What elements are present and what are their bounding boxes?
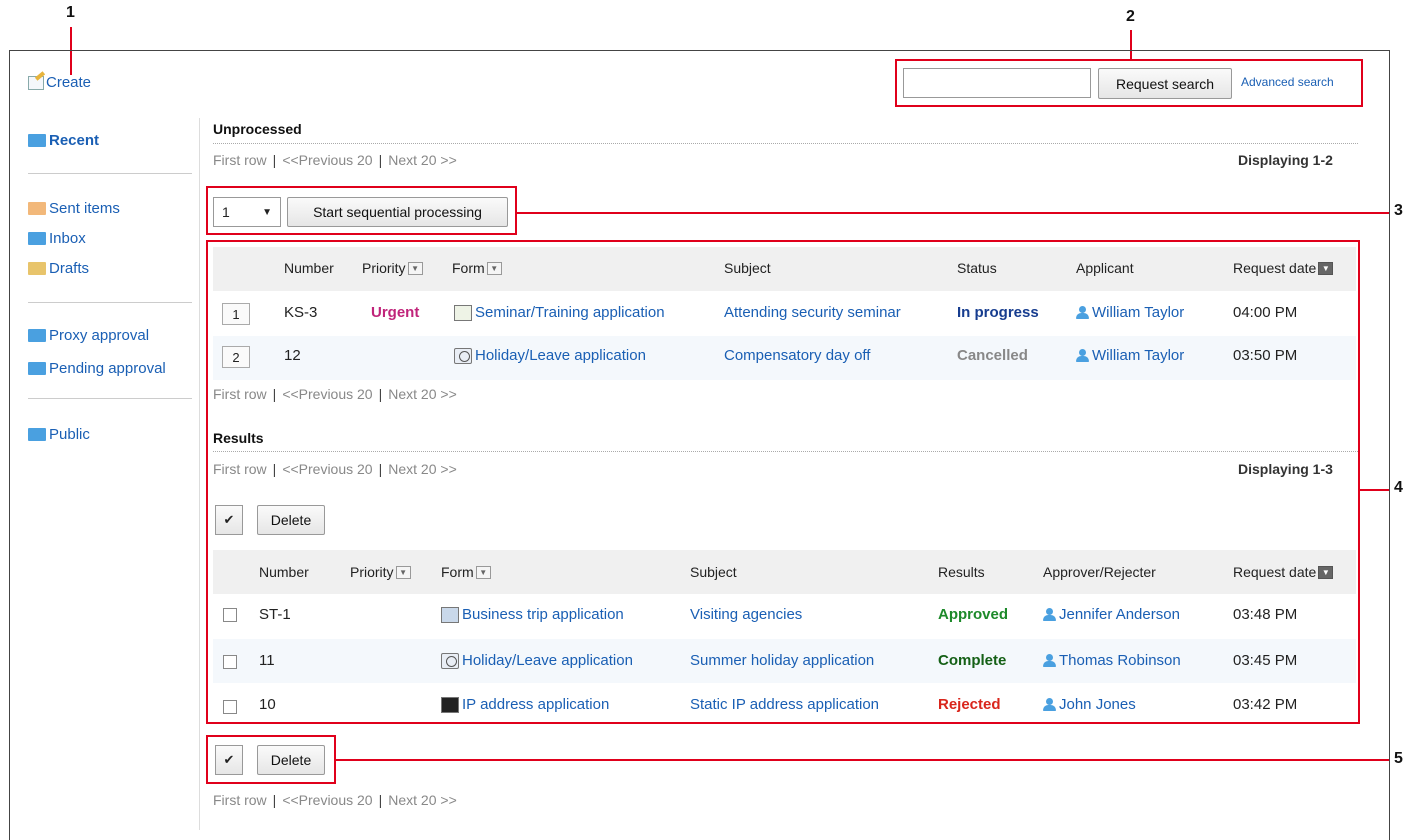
pager-separator: | — [272, 152, 277, 168]
sidebar-item-label: Public — [49, 426, 90, 443]
folder-icon — [28, 262, 46, 275]
pager-separator: | — [378, 792, 383, 808]
sidebar-item-label: Sent items — [49, 200, 120, 217]
pager-next[interactable]: Next 20 >> — [388, 792, 457, 808]
callout-4: 4 — [1394, 479, 1403, 496]
sidebar-item-inbox[interactable]: Inbox — [28, 230, 86, 247]
sequential-highlight — [206, 186, 517, 235]
sidebar-item-proxy-approval[interactable]: Proxy approval — [28, 327, 149, 344]
callout-1: 1 — [66, 4, 75, 21]
pager-next[interactable]: Next 20 >> — [388, 152, 457, 168]
pager-first[interactable]: First row — [213, 152, 267, 168]
delete-highlight — [206, 735, 336, 784]
pager-first[interactable]: First row — [213, 792, 267, 808]
sidebar-item-pending-approval[interactable]: Pending approval — [28, 360, 166, 377]
sidebar-item-drafts[interactable]: Drafts — [28, 260, 89, 277]
sidebar-divider — [28, 173, 192, 174]
folder-icon — [28, 428, 46, 441]
sidebar-item-recent[interactable]: Recent — [28, 132, 99, 149]
pager-separator: | — [272, 792, 277, 808]
folder-icon — [28, 232, 46, 245]
callout-5: 5 — [1394, 750, 1403, 767]
folder-icon — [28, 134, 46, 147]
folder-icon — [28, 202, 46, 215]
sidebar-item-label: Proxy approval — [49, 327, 150, 344]
callout-2: 2 — [1126, 8, 1135, 25]
sidebar-item-sent[interactable]: Sent items — [28, 200, 120, 217]
sidebar-item-label: Inbox — [49, 230, 86, 247]
search-highlight — [895, 59, 1363, 107]
pager-bottom: First row | <<Previous 20 | Next 20 >> — [213, 792, 457, 808]
table-highlight — [206, 240, 1360, 724]
create-label: Create — [46, 74, 92, 91]
sidebar-divider — [28, 302, 192, 303]
callout-3: 3 — [1394, 202, 1403, 219]
sidebar-border — [199, 118, 200, 830]
create-icon — [28, 75, 44, 90]
sidebar-divider — [28, 398, 192, 399]
folder-icon — [28, 329, 46, 342]
pager-separator: | — [378, 152, 383, 168]
unprocessed-title: Unprocessed — [213, 121, 302, 137]
sidebar-item-label: Recent — [49, 132, 100, 149]
pager-prev[interactable]: <<Previous 20 — [282, 792, 372, 808]
sidebar-item-label: Pending approval — [49, 360, 166, 377]
sidebar-item-label: Drafts — [49, 260, 90, 277]
unprocessed-displaying: Displaying 1-2 — [1238, 152, 1333, 168]
pager-top: First row | <<Previous 20 | Next 20 >> — [213, 152, 457, 168]
pager-prev[interactable]: <<Previous 20 — [282, 152, 372, 168]
create-link[interactable]: Create — [28, 74, 91, 91]
section-divider — [213, 143, 1358, 144]
folder-icon — [28, 362, 46, 375]
sidebar-item-public[interactable]: Public — [28, 426, 90, 443]
